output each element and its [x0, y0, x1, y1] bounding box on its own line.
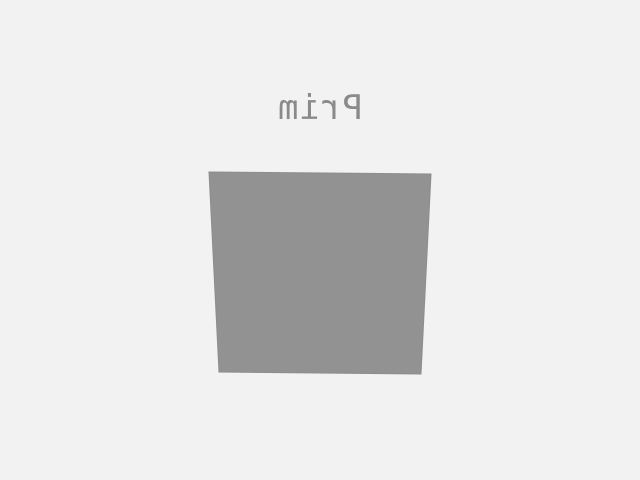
prim-shape[interactable]: [0, 0, 640, 480]
prim-face: [208, 171, 432, 375]
render-viewport[interactable]: Prim: [0, 0, 640, 480]
